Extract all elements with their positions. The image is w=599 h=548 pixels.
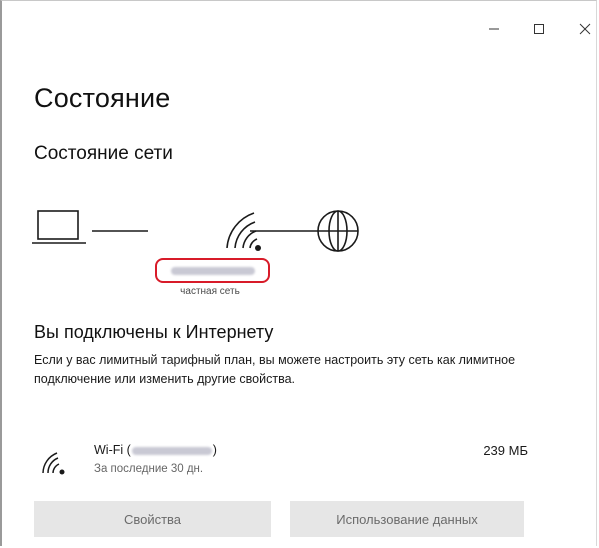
wifi-icon (226, 212, 261, 251)
wifi-icon (42, 452, 65, 475)
globe-icon (317, 210, 359, 252)
wifi-name-suffix: ) (212, 443, 217, 457)
data-usage-button[interactable]: Использование данных (290, 501, 524, 537)
minimize-icon (489, 28, 499, 30)
wifi-connection-row[interactable]: Wi-Fi () За последние 30 дн. 239 МБ (34, 441, 534, 485)
wifi-name-prefix: Wi-Fi ( (94, 443, 131, 457)
title-bar (2, 1, 596, 53)
wifi-name-redacted (131, 446, 212, 455)
page-title: Состояние (34, 83, 171, 113)
network-name-highlight (155, 258, 270, 283)
minimize-button[interactable] (477, 15, 511, 43)
connection-description: Если у вас лимитный тарифный план, вы мо… (34, 353, 516, 386)
settings-window: Состояние Состояние сети частная сеть Вы… (0, 0, 597, 546)
close-button[interactable] (568, 15, 599, 43)
wifi-data-usage: 239 МБ (483, 443, 528, 458)
section-title: Состояние сети (34, 143, 173, 164)
wifi-period: За последние 30 дн. (94, 463, 204, 475)
properties-button[interactable]: Свойства (34, 501, 271, 537)
network-name-redacted (171, 267, 255, 275)
wifi-network-name: Wi-Fi () (94, 443, 217, 457)
maximize-icon (534, 24, 544, 34)
close-icon (579, 23, 591, 35)
laptop-icon (32, 210, 86, 244)
connection-status-title: Вы подключены к Интернету (34, 322, 274, 342)
network-status-diagram (32, 210, 359, 252)
maximize-button[interactable] (522, 15, 556, 43)
network-type-label: частная сеть (180, 286, 240, 297)
